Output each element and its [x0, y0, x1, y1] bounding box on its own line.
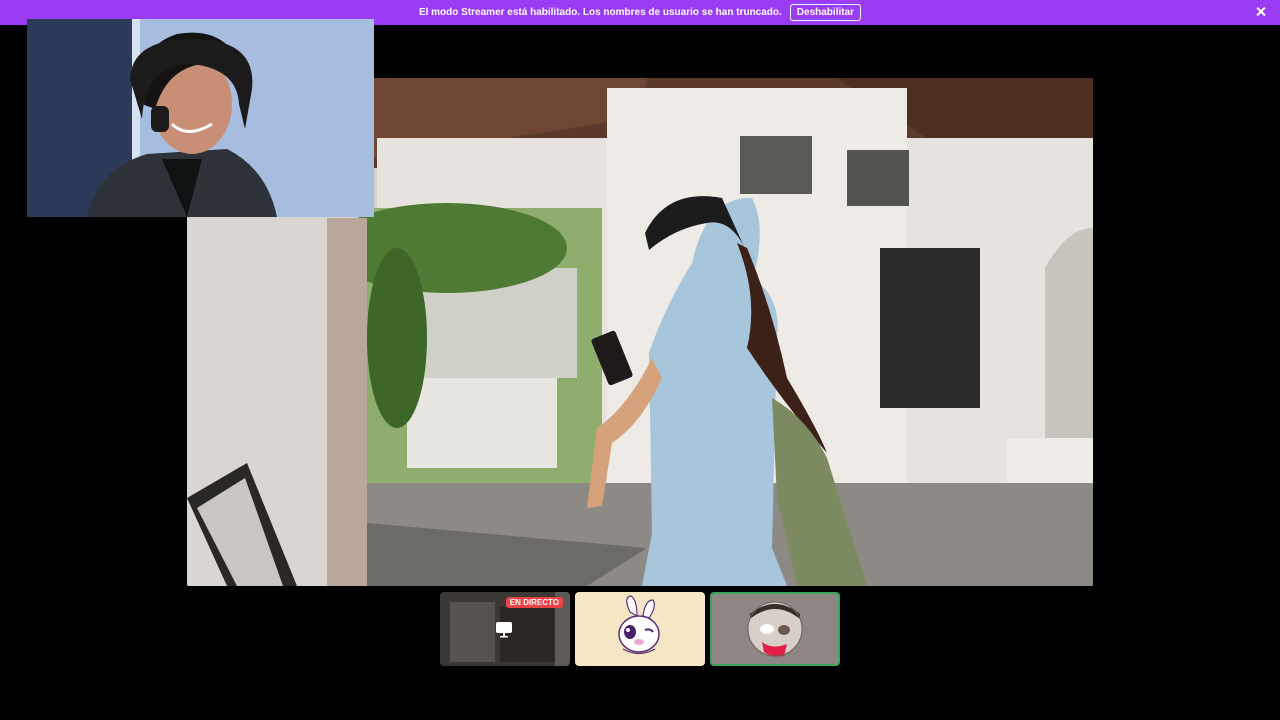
live-badge: EN DIRECTO: [505, 597, 563, 608]
webcam-frame: [27, 19, 374, 217]
close-icon[interactable]: [1254, 5, 1268, 19]
participant-tile-cat[interactable]: [710, 592, 840, 666]
participant-tile-stream[interactable]: EN DIRECTO: [440, 592, 570, 666]
cat-avatar-icon: [747, 601, 803, 657]
participant-tile-bunny[interactable]: [575, 592, 705, 666]
screen-share-icon: [496, 622, 512, 638]
streamer-mode-message: El modo Streamer está habilitado. Los no…: [418, 7, 782, 18]
streamer-webcam[interactable]: [27, 19, 374, 217]
disable-streamer-mode-button[interactable]: Deshabilitar: [789, 4, 862, 21]
bunny-avatar-icon: [618, 595, 660, 655]
